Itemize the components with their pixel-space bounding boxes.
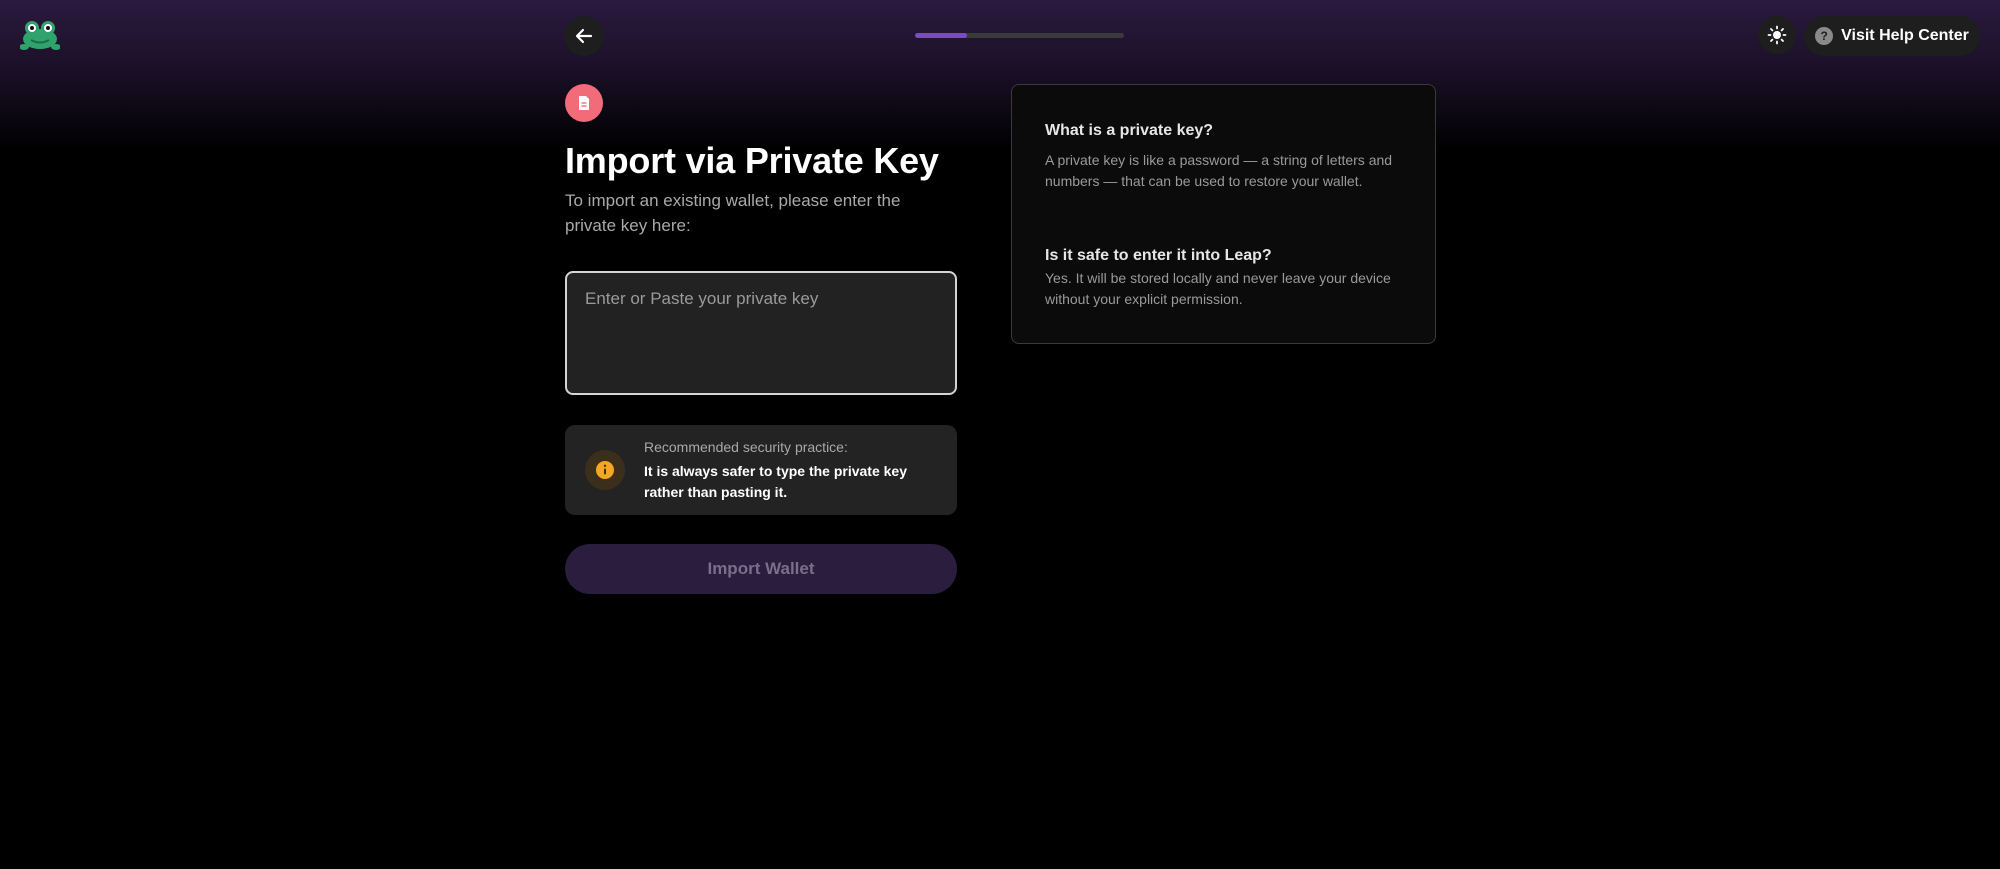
theme-toggle-button[interactable] <box>1758 16 1796 54</box>
page-subtitle: To import an existing wallet, please ent… <box>565 191 901 235</box>
progress-fill <box>915 33 968 38</box>
arrow-left-icon <box>575 28 593 44</box>
page-title: Import via Private Key <box>565 140 939 181</box>
visit-help-center-button[interactable]: ? Visit Help Center <box>1804 16 1980 56</box>
faq-answer: Yes. It will be stored locally and never… <box>1045 270 1391 307</box>
help-center-label: Visit Help Center <box>1841 27 1969 44</box>
faq-answer: A private key is like a password — a str… <box>1045 152 1393 189</box>
import-wallet-button[interactable]: Import Wallet <box>565 544 957 594</box>
notice-label: Recommended security practice: <box>644 439 848 455</box>
faq-question: What is a private key? <box>1045 122 1214 139</box>
sun-icon <box>1767 25 1787 45</box>
question-circle-icon: ? <box>1815 27 1834 45</box>
private-key-input[interactable] <box>565 271 957 395</box>
document-icon <box>565 84 603 122</box>
back-button[interactable] <box>564 16 604 56</box>
private-key-info-panel: What is a private key? A private key is … <box>1011 84 1436 344</box>
security-notice: Recommended security practice: It is alw… <box>565 425 957 515</box>
faq-question: Is it safe to enter it into Leap? <box>1045 247 1272 264</box>
frog-logo-icon <box>19 18 61 50</box>
import-private-key-page: ? Visit Help Center Import via Private K… <box>0 0 2000 869</box>
notice-text: It is always safer to type the private k… <box>644 463 908 500</box>
onboarding-progress-bar <box>915 33 1124 38</box>
info-icon <box>585 450 625 490</box>
